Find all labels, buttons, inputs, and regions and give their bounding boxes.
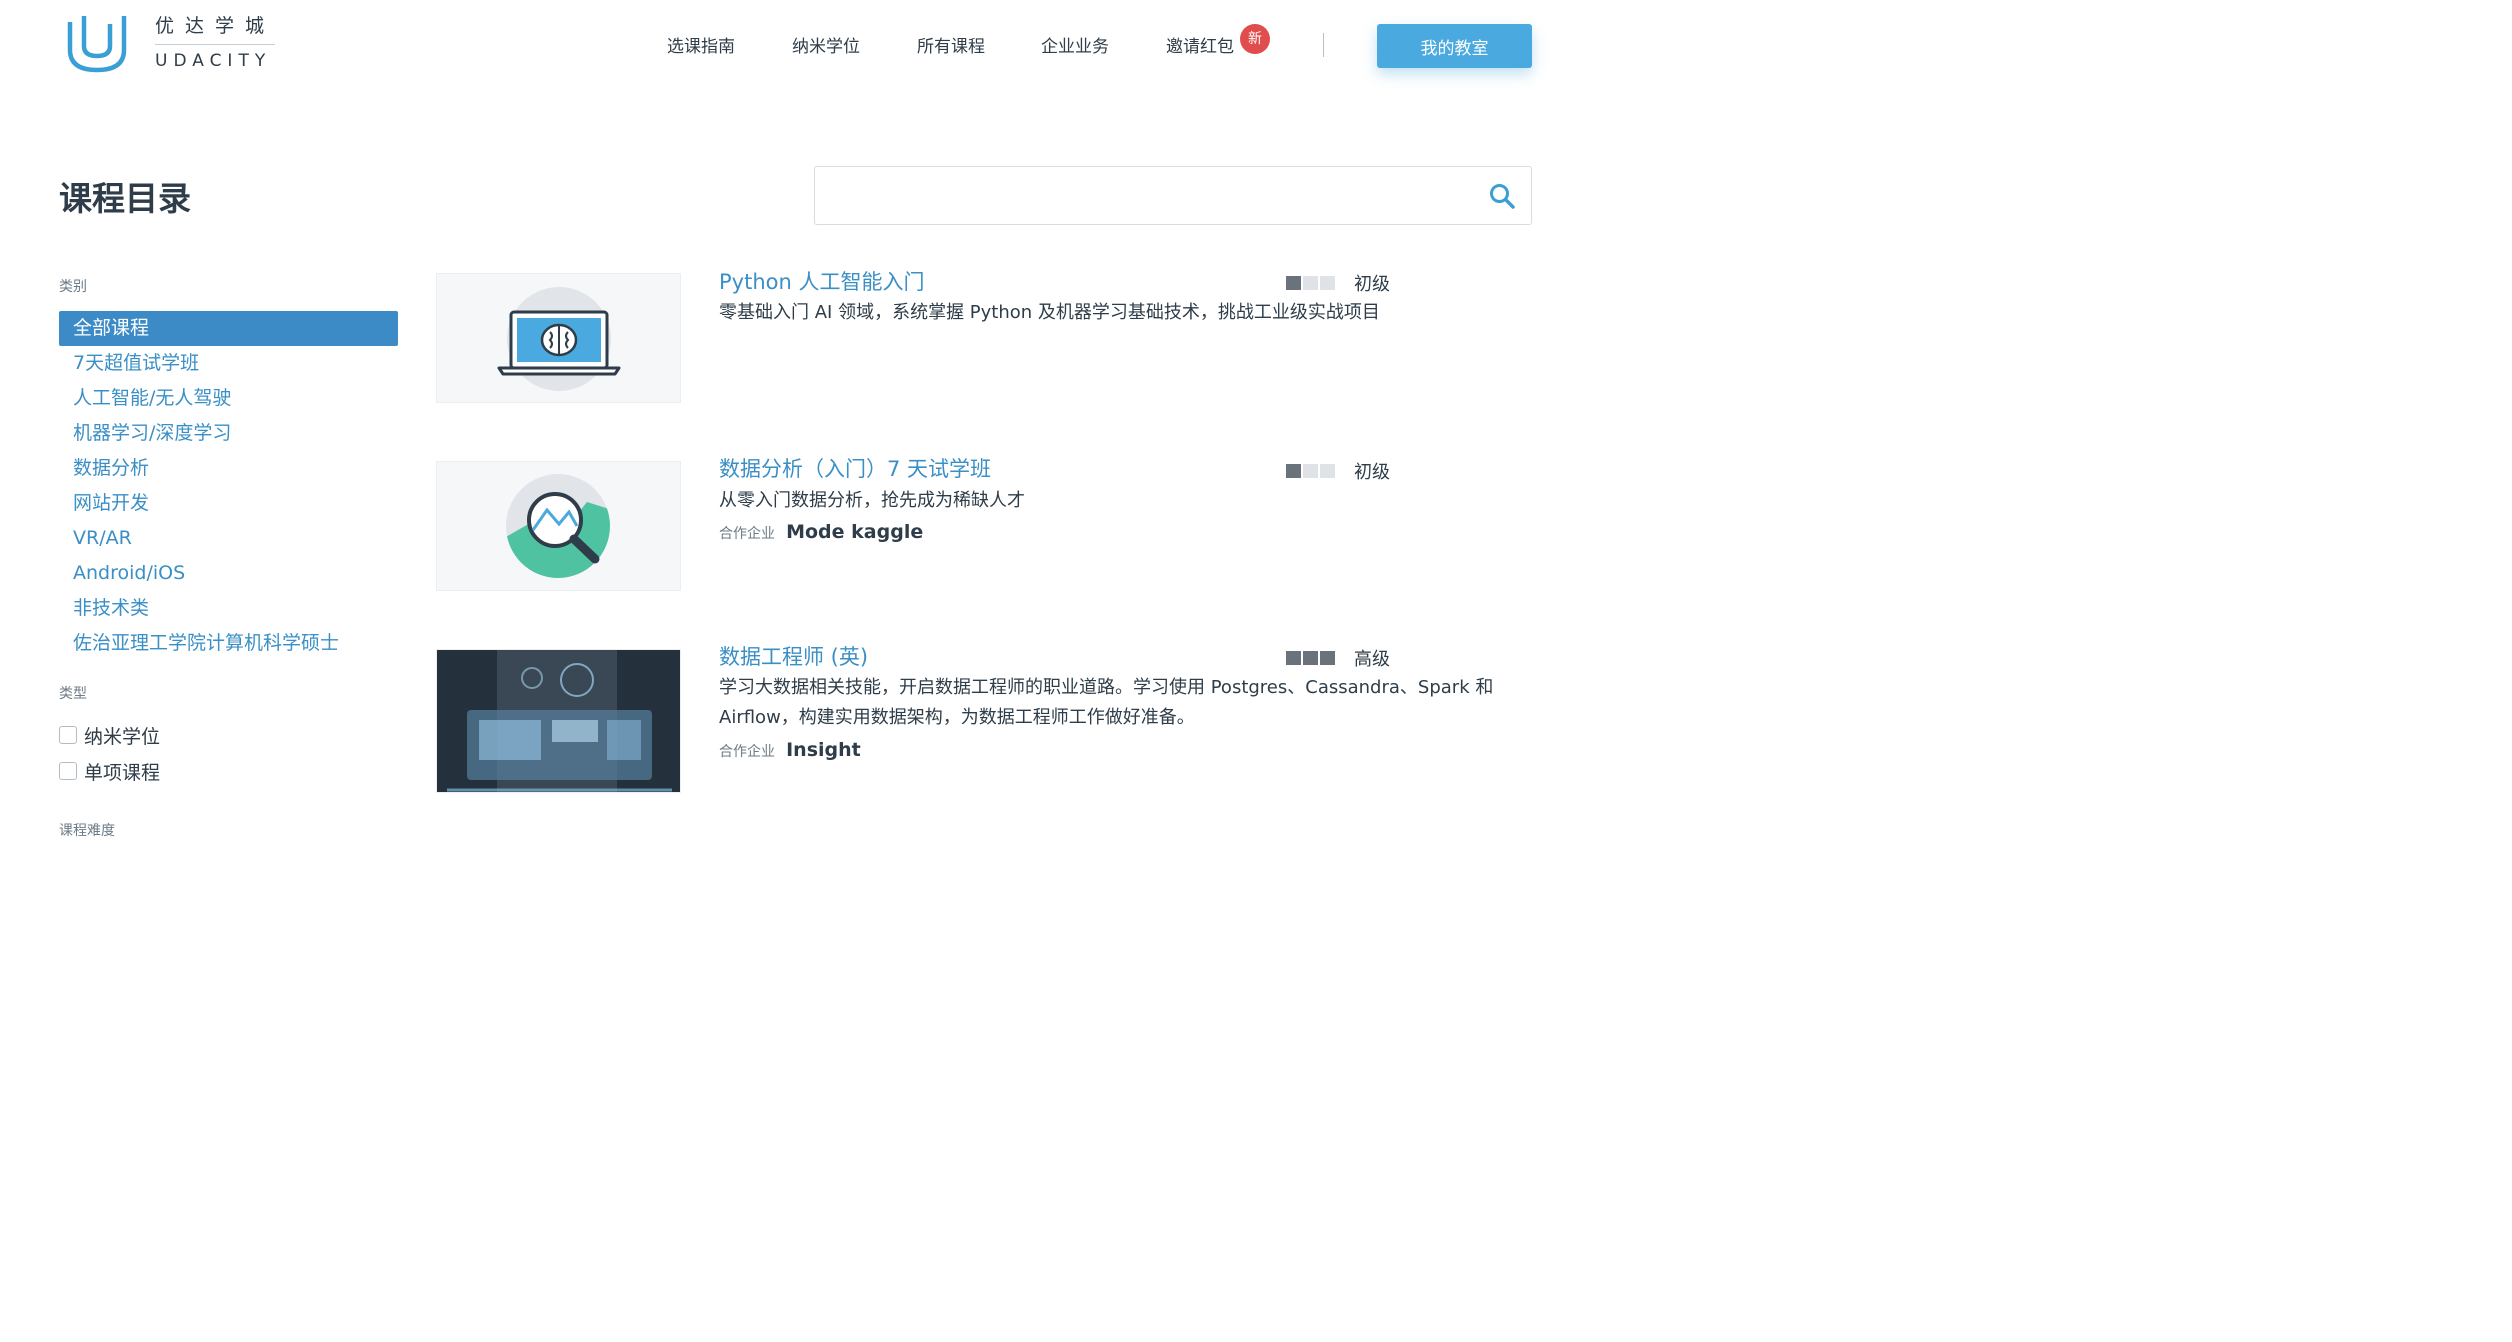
course-partner: 合作企业 Mode kaggle <box>719 521 923 543</box>
course-level: 初级 <box>1286 270 1390 296</box>
course-title[interactable]: Python 人工智能入门 <box>719 266 924 296</box>
category-item-data[interactable]: 数据分析 <box>59 451 398 486</box>
category-item-ml[interactable]: 机器学习/深度学习 <box>59 416 398 451</box>
level-bar <box>1320 651 1335 665</box>
course-description: 学习大数据相关技能，开启数据工程师的职业道路。学习使用 Postgres、Cas… <box>719 677 1494 728</box>
nav-divider <box>1323 33 1324 57</box>
type-filter-single-course[interactable]: 单项课程 <box>59 757 160 785</box>
course-thumbnail[interactable] <box>436 461 681 591</box>
partner-label: 合作企业 <box>719 744 775 760</box>
logo-divider <box>155 44 275 45</box>
course-thumbnail[interactable] <box>436 649 681 793</box>
level-bar <box>1286 651 1301 665</box>
level-bar <box>1303 651 1318 665</box>
partner-label: 合作企业 <box>719 526 775 542</box>
category-item-nontech[interactable]: 非技术类 <box>59 591 398 626</box>
course-thumbnail[interactable] <box>436 273 681 403</box>
category-item-gatech[interactable]: 佐治亚理工学院计算机科学硕士 <box>59 626 398 661</box>
logo-name-en: UDACITY <box>155 51 272 71</box>
magnifier-chart-icon <box>506 474 610 578</box>
top-header: 优达学城 UDACITY 选课指南 纳米学位 所有课程 企业业务 邀请红包 新 … <box>0 0 1558 90</box>
type-filter-label: 单项课程 <box>84 761 161 784</box>
level-label: 初级 <box>1354 462 1390 483</box>
level-label: 高级 <box>1354 649 1390 670</box>
level-bar <box>1303 464 1318 478</box>
course-description: 从零入门数据分析，抢先成为稀缺人才 <box>719 490 1025 511</box>
level-bar <box>1286 464 1301 478</box>
search-icon[interactable] <box>1488 182 1516 210</box>
laptop-brain-icon <box>497 287 621 391</box>
new-badge: 新 <box>1240 24 1270 54</box>
level-bar <box>1320 464 1335 478</box>
udacity-logo[interactable]: 优达学城 UDACITY <box>66 12 275 74</box>
difficulty-label: 课程难度 <box>59 823 115 839</box>
course-title[interactable]: 数据工程师 (英) <box>719 641 868 671</box>
category-item-all[interactable]: 全部课程 <box>59 311 398 346</box>
my-classroom-button[interactable]: 我的教室 <box>1377 24 1532 68</box>
nav-link-course-guide[interactable]: 选课指南 <box>667 32 735 58</box>
category-item-trial[interactable]: 7天超值试学班 <box>59 346 398 381</box>
level-bar <box>1286 276 1301 290</box>
partner-name: Mode kaggle <box>786 521 924 543</box>
course-description: 零基础入门 AI 领域，系统掌握 Python 及机器学习基础技术，挑战工业级实… <box>719 302 1380 323</box>
category-label: 类别 <box>59 279 87 295</box>
course-level: 初级 <box>1286 458 1390 484</box>
search-box[interactable] <box>814 166 1532 225</box>
level-bar <box>1320 276 1335 290</box>
checkbox[interactable] <box>59 762 77 780</box>
data-tablet-photo <box>437 650 680 792</box>
nav-link-all-courses[interactable]: 所有课程 <box>917 32 985 58</box>
category-item-web[interactable]: 网站开发 <box>59 486 398 521</box>
course-partner: 合作企业 Insight <box>719 739 861 761</box>
nav-link-label[interactable]: 所有课程 <box>917 37 985 57</box>
course-title[interactable]: 数据分析（入门）7 天试学班 <box>719 453 991 483</box>
nav-link-label[interactable]: 企业业务 <box>1041 37 1109 57</box>
category-item-vr[interactable]: VR/AR <box>59 521 398 556</box>
level-bar <box>1303 276 1318 290</box>
level-label: 初级 <box>1354 274 1390 295</box>
category-item-ai[interactable]: 人工智能/无人驾驶 <box>59 381 398 416</box>
partner-name: Insight <box>786 739 861 761</box>
type-filter-nanodegree[interactable]: 纳米学位 <box>59 721 160 749</box>
nav-link-nanodegree[interactable]: 纳米学位 <box>792 32 860 58</box>
logo-name-cn: 优达学城 <box>155 15 276 37</box>
nav-link-invite[interactable]: 邀请红包 <box>1166 32 1234 58</box>
type-label: 类型 <box>59 686 87 702</box>
udacity-logo-icon <box>67 16 127 73</box>
nav-link-label[interactable]: 选课指南 <box>667 37 735 57</box>
category-item-mobile[interactable]: Android/iOS <box>59 556 398 591</box>
checkbox[interactable] <box>59 726 77 744</box>
nav-link-enterprise[interactable]: 企业业务 <box>1041 32 1109 58</box>
page-title: 课程目录 <box>59 179 191 218</box>
nav-link-label[interactable]: 纳米学位 <box>792 37 860 57</box>
logo-text: 优达学城 UDACITY <box>155 12 277 71</box>
type-filter-label: 纳米学位 <box>84 725 161 748</box>
search-input[interactable] <box>825 175 1475 217</box>
nav-link-label[interactable]: 邀请红包 <box>1166 37 1234 57</box>
course-level: 高级 <box>1286 645 1390 671</box>
